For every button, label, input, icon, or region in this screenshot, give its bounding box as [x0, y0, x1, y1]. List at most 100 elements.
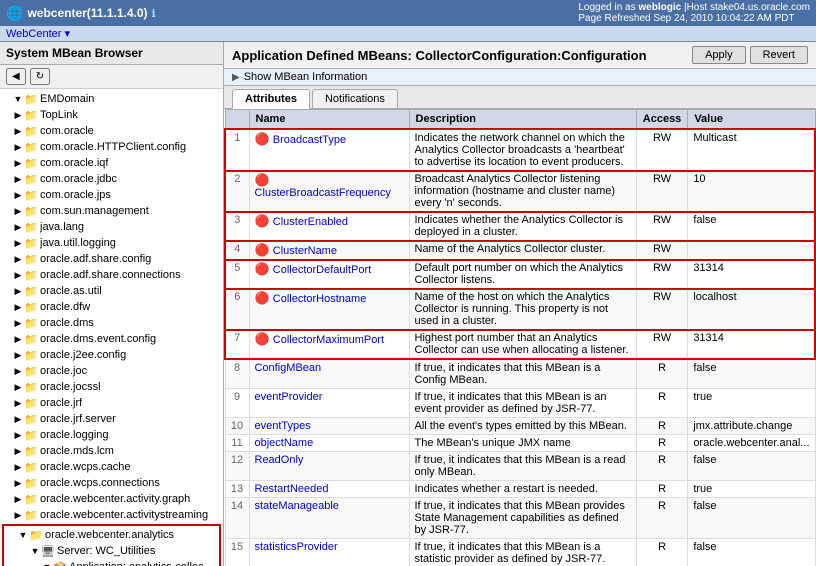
- row-value[interactable]: 10: [688, 171, 815, 212]
- sidebar-item-com-oracle-jdbc[interactable]: ▶ 📁 com.oracle.jdbc: [0, 171, 223, 187]
- row-name[interactable]: 🔴 ClusterName: [249, 241, 409, 260]
- toggle-oracle-wcps-cache[interactable]: ▶: [12, 461, 24, 473]
- toggle-oracle-adf-share-conn[interactable]: ▶: [12, 269, 24, 281]
- row-value[interactable]: false: [688, 452, 815, 481]
- row-value[interactable]: oracle.webcenter.anal...: [688, 435, 815, 452]
- toggle-oracle-logging[interactable]: ▶: [12, 429, 24, 441]
- attr-name-link[interactable]: ClusterBroadcastFrequency: [255, 187, 391, 199]
- attr-name-link[interactable]: CollectorDefaultPort: [273, 264, 371, 276]
- sidebar-item-emdomain[interactable]: ▼ 📁 EMDomain: [0, 91, 223, 107]
- row-value[interactable]: 31314: [688, 330, 815, 360]
- sidebar-item-oracle-wc-analytics[interactable]: ▼ 📁 oracle.webcenter.analytics: [5, 527, 218, 543]
- toggle-com-oracle-jps[interactable]: ▶: [12, 189, 24, 201]
- toggle-oracle-dfw[interactable]: ▶: [12, 301, 24, 313]
- sidebar-item-java-util[interactable]: ▶ 📁 java.util.logging: [0, 235, 223, 251]
- toggle-oracle-wcps-conn[interactable]: ▶: [12, 477, 24, 489]
- toggle-oracle-as-util[interactable]: ▶: [12, 285, 24, 297]
- sidebar-item-oracle-j2ee[interactable]: ▶ 📁 oracle.j2ee.config: [0, 347, 223, 363]
- row-value[interactable]: 31314: [688, 260, 815, 289]
- toggle-com-oracle[interactable]: ▶: [12, 125, 24, 137]
- toggle-oracle-mds-lcm[interactable]: ▶: [12, 445, 24, 457]
- attr-name-link[interactable]: statisticsProvider: [255, 541, 338, 553]
- row-name[interactable]: 🔴 CollectorHostname: [249, 289, 409, 330]
- sidebar-item-com-oracle[interactable]: ▶ 📁 com.oracle: [0, 123, 223, 139]
- sidebar-item-oracle-dfw[interactable]: ▶ 📁 oracle.dfw: [0, 299, 223, 315]
- row-value[interactable]: jmx.attribute.change: [688, 418, 815, 435]
- row-name[interactable]: ConfigMBean: [249, 359, 409, 389]
- toggle-oracle-joc[interactable]: ▶: [12, 365, 24, 377]
- tab-notifications[interactable]: Notifications: [312, 89, 398, 108]
- toggle-com-oracle-iqf[interactable]: ▶: [12, 157, 24, 169]
- attr-name-link[interactable]: CollectorMaximumPort: [273, 334, 384, 346]
- row-name[interactable]: objectName: [249, 435, 409, 452]
- sidebar-back-button[interactable]: ◀: [6, 68, 26, 85]
- tab-attributes[interactable]: Attributes: [232, 89, 310, 109]
- sidebar-item-com-oracle-http[interactable]: ▶ 📁 com.oracle.HTTPClient.config: [0, 139, 223, 155]
- toggle-com-sun[interactable]: ▶: [12, 205, 24, 217]
- row-value[interactable]: [688, 241, 815, 260]
- toggle-oracle-jrf[interactable]: ▶: [12, 397, 24, 409]
- row-name[interactable]: statisticsProvider: [249, 539, 409, 566]
- row-value[interactable]: false: [688, 359, 815, 389]
- toggle-emdomain[interactable]: ▼: [12, 93, 24, 105]
- sidebar-item-oracle-wcps-conn[interactable]: ▶ 📁 oracle.wcps.connections: [0, 475, 223, 491]
- sidebar-item-java-lang[interactable]: ▶ 📁 java.lang: [0, 219, 223, 235]
- sidebar-item-com-oracle-jps[interactable]: ▶ 📁 com.oracle.jps: [0, 187, 223, 203]
- attr-name-link[interactable]: CollectorHostname: [273, 293, 367, 305]
- attr-name-link[interactable]: ClusterEnabled: [273, 216, 348, 228]
- sidebar-item-com-oracle-iqf[interactable]: ▶ 📁 com.oracle.iqf: [0, 155, 223, 171]
- sidebar-item-oracle-wcps-cache[interactable]: ▶ 📁 oracle.wcps.cache: [0, 459, 223, 475]
- sidebar-item-oracle-jrf-server[interactable]: ▶ 📁 oracle.jrf.server: [0, 411, 223, 427]
- row-name[interactable]: RestartNeeded: [249, 481, 409, 498]
- attr-name-link[interactable]: eventTypes: [255, 420, 311, 432]
- apply-button[interactable]: Apply: [692, 46, 746, 64]
- attr-name-link[interactable]: ReadOnly: [255, 454, 304, 466]
- sidebar-item-toplink[interactable]: ▶ 📁 TopLink: [0, 107, 223, 123]
- row-name[interactable]: 🔴 ClusterEnabled: [249, 212, 409, 241]
- toggle-oracle-adf-share-config[interactable]: ▶: [12, 253, 24, 265]
- attr-name-link[interactable]: RestartNeeded: [255, 483, 329, 495]
- attr-name-link[interactable]: eventProvider: [255, 391, 323, 403]
- sidebar-item-oracle-as-util[interactable]: ▶ 📁 oracle.as.util: [0, 283, 223, 299]
- toggle-toplink[interactable]: ▶: [12, 109, 24, 121]
- sidebar-item-oracle-dms-event[interactable]: ▶ 📁 oracle.dms.event.config: [0, 331, 223, 347]
- toggle-oracle-dms[interactable]: ▶: [12, 317, 24, 329]
- toggle-oracle-dms-event[interactable]: ▶: [12, 333, 24, 345]
- sidebar-refresh-button[interactable]: ↻: [30, 68, 50, 85]
- toggle-oracle-jocssl[interactable]: ▶: [12, 381, 24, 393]
- sidebar-item-oracle-jocssl[interactable]: ▶ 📁 oracle.jocssl: [0, 379, 223, 395]
- webcenter-nav[interactable]: WebCenter ▾: [0, 26, 816, 42]
- sidebar-item-oracle-adf-share-config[interactable]: ▶ 📁 oracle.adf.share.config: [0, 251, 223, 267]
- row-name[interactable]: eventTypes: [249, 418, 409, 435]
- webcenter-nav-label[interactable]: WebCenter ▾: [6, 28, 70, 40]
- toggle-oracle-wc-analytics[interactable]: ▼: [17, 529, 29, 541]
- sidebar-item-oracle-jrf[interactable]: ▶ 📁 oracle.jrf: [0, 395, 223, 411]
- row-name[interactable]: 🔴 CollectorMaximumPort: [249, 330, 409, 360]
- toggle-oracle-jrf-server[interactable]: ▶: [12, 413, 24, 425]
- sidebar-item-oracle-wc-activity-graph[interactable]: ▶ 📁 oracle.webcenter.activity.graph: [0, 491, 223, 507]
- sidebar-item-oracle-joc[interactable]: ▶ 📁 oracle.joc: [0, 363, 223, 379]
- row-name[interactable]: 🔴 ClusterBroadcastFrequency: [249, 171, 409, 212]
- row-value[interactable]: false: [688, 539, 815, 566]
- toggle-oracle-wc-activitystreaming[interactable]: ▶: [12, 509, 24, 521]
- row-name[interactable]: ReadOnly: [249, 452, 409, 481]
- row-name[interactable]: eventProvider: [249, 389, 409, 418]
- attr-name-link[interactable]: BroadcastType: [273, 134, 346, 146]
- sidebar-item-oracle-adf-share-conn[interactable]: ▶ 📁 oracle.adf.share.connections: [0, 267, 223, 283]
- toggle-com-oracle-http[interactable]: ▶: [12, 141, 24, 153]
- attr-name-link[interactable]: ConfigMBean: [255, 362, 322, 374]
- sidebar-item-oracle-logging[interactable]: ▶ 📁 oracle.logging: [0, 427, 223, 443]
- toggle-oracle-j2ee[interactable]: ▶: [12, 349, 24, 361]
- sidebar-item-oracle-mds-lcm[interactable]: ▶ 📁 oracle.mds.lcm: [0, 443, 223, 459]
- row-value[interactable]: localhost: [688, 289, 815, 330]
- toggle-com-oracle-jdbc[interactable]: ▶: [12, 173, 24, 185]
- info-icon[interactable]: ℹ: [152, 7, 156, 20]
- sidebar-item-oracle-wc-activitystreaming[interactable]: ▶ 📁 oracle.webcenter.activitystreaming: [0, 507, 223, 523]
- sidebar-item-com-sun[interactable]: ▶ 📁 com.sun.management: [0, 203, 223, 219]
- sidebar-item-server-wc-utilities[interactable]: ▼ 🖥 Server: WC_Utilities: [5, 543, 218, 559]
- row-value[interactable]: false: [688, 212, 815, 241]
- row-name[interactable]: 🔴 BroadcastType: [249, 129, 409, 171]
- toggle-server-wc-utilities[interactable]: ▼: [29, 545, 41, 557]
- row-value[interactable]: true: [688, 481, 815, 498]
- attr-name-link[interactable]: stateManageable: [255, 500, 339, 512]
